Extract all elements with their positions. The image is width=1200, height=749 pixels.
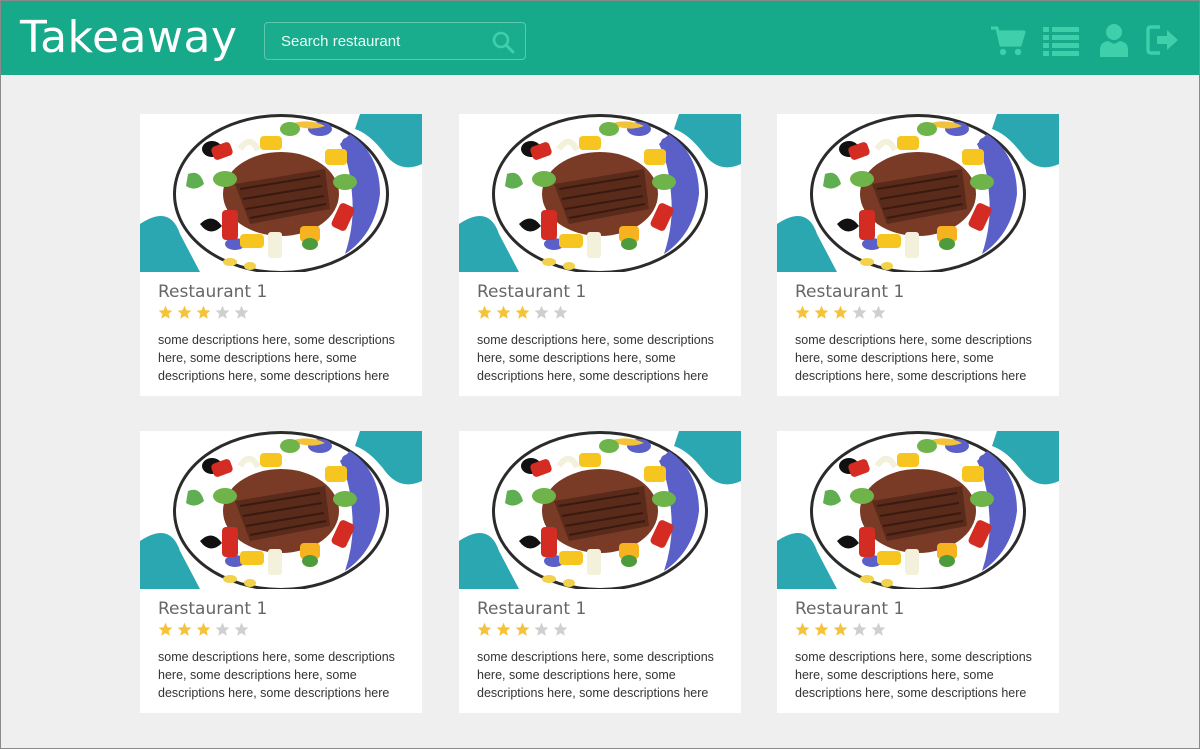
star-empty-icon (234, 305, 249, 319)
restaurant-image[interactable] (459, 114, 741, 272)
star-filled-icon (515, 622, 530, 636)
star-rating (477, 622, 572, 638)
star-filled-icon (477, 622, 492, 636)
restaurant-card[interactable]: Restaurant 1 some descriptions here, some… (140, 114, 422, 396)
star-filled-icon (814, 305, 829, 319)
restaurant-description: some descriptions here, some description… (158, 333, 395, 383)
food-photo (459, 114, 741, 272)
star-filled-icon (515, 305, 530, 319)
star-rating (795, 305, 890, 321)
food-photo (777, 114, 1059, 272)
star-filled-icon (177, 305, 192, 319)
star-filled-icon (496, 622, 511, 636)
food-photo (140, 114, 422, 272)
restaurant-description: some descriptions here, some description… (158, 650, 395, 700)
food-photo (459, 431, 741, 589)
restaurant-name[interactable]: Restaurant 1 (477, 282, 586, 302)
star-filled-icon (833, 622, 848, 636)
restaurant-card[interactable]: Restaurant 1 some descriptions here, some… (459, 114, 741, 396)
food-photo (140, 431, 422, 589)
app-header: Takeaway (0, 0, 1200, 75)
restaurant-name[interactable]: Restaurant 1 (158, 599, 267, 619)
star-empty-icon (871, 305, 886, 319)
star-filled-icon (158, 305, 173, 319)
star-empty-icon (553, 622, 568, 636)
restaurant-name[interactable]: Restaurant 1 (795, 282, 904, 302)
star-empty-icon (215, 305, 230, 319)
restaurant-name[interactable]: Restaurant 1 (795, 599, 904, 619)
star-filled-icon (177, 622, 192, 636)
restaurant-card[interactable]: Restaurant 1 some descriptions here, some… (777, 114, 1059, 396)
restaurant-card[interactable]: Restaurant 1 some descriptions here, some… (140, 431, 422, 713)
cart-icon[interactable] (990, 22, 1026, 58)
star-filled-icon (795, 305, 810, 319)
search-box (264, 22, 526, 60)
restaurant-description: some descriptions here, some description… (795, 333, 1032, 383)
restaurant-description: some descriptions here, some description… (477, 333, 714, 383)
restaurant-name[interactable]: Restaurant 1 (477, 599, 586, 619)
star-filled-icon (496, 305, 511, 319)
restaurant-image[interactable] (459, 431, 741, 589)
search-input[interactable] (265, 23, 485, 59)
restaurant-card[interactable]: Restaurant 1 some descriptions here, some… (777, 431, 1059, 713)
search-icon[interactable] (491, 30, 515, 54)
restaurant-image[interactable] (777, 114, 1059, 272)
user-icon[interactable] (1098, 22, 1130, 58)
star-rating (795, 622, 890, 638)
star-rating (477, 305, 572, 321)
star-filled-icon (158, 622, 173, 636)
list-icon[interactable] (1042, 22, 1080, 58)
star-empty-icon (234, 622, 249, 636)
star-filled-icon (196, 622, 211, 636)
star-empty-icon (215, 622, 230, 636)
star-filled-icon (833, 305, 848, 319)
food-photo (777, 431, 1059, 589)
restaurant-card[interactable]: Restaurant 1 some descriptions here, some… (459, 431, 741, 713)
restaurant-image[interactable] (140, 114, 422, 272)
star-empty-icon (534, 305, 549, 319)
star-empty-icon (852, 622, 867, 636)
app-logo[interactable]: Takeaway (20, 12, 238, 64)
restaurant-description: some descriptions here, some description… (795, 650, 1032, 700)
restaurant-image[interactable] (140, 431, 422, 589)
star-empty-icon (852, 305, 867, 319)
star-filled-icon (477, 305, 492, 319)
star-rating (158, 305, 253, 321)
star-empty-icon (534, 622, 549, 636)
restaurant-image[interactable] (777, 431, 1059, 589)
star-filled-icon (814, 622, 829, 636)
star-filled-icon (795, 622, 810, 636)
star-filled-icon (196, 305, 211, 319)
star-empty-icon (871, 622, 886, 636)
restaurant-description: some descriptions here, some description… (477, 650, 714, 700)
star-empty-icon (553, 305, 568, 319)
restaurant-name[interactable]: Restaurant 1 (158, 282, 267, 302)
star-rating (158, 622, 253, 638)
logout-icon[interactable] (1146, 22, 1180, 58)
